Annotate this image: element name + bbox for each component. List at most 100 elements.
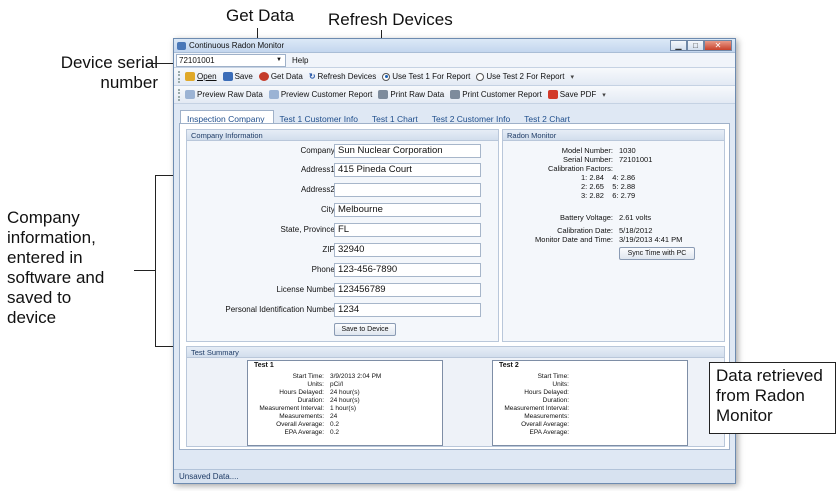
annotation-device-serial: Device serial number [37, 53, 158, 93]
pin-input[interactable]: 1234 [334, 303, 481, 317]
printer-icon [450, 90, 461, 99]
test1-row: Duration: 24 hour(s) [248, 397, 442, 405]
monitor-date-value: 3/19/2013 4:41 PM [619, 235, 683, 244]
test1-value: 24 [330, 413, 338, 420]
annotation-device-serial-line2: number [100, 73, 158, 92]
field-zip: ZIP: 32940 [187, 243, 507, 258]
annotation-data-retrieved-line: Data retrieved [716, 366, 823, 385]
save-pdf-button[interactable]: Save PDF [547, 90, 596, 99]
toolbar-overflow-icon[interactable]: ▾ [570, 73, 574, 81]
field-label: Address1: [300, 165, 337, 174]
test1-row: Measurement Interval: 1 hour(s) [248, 405, 442, 413]
test1-value: 24 hour(s) [330, 397, 360, 404]
test2-row: Hours Delayed: [493, 389, 687, 397]
open-label: Open [197, 72, 217, 81]
close-button[interactable]: ✕ [704, 40, 732, 51]
test1-label: Measurement Interval: [259, 405, 324, 412]
field-phone: Phone: 123-456-7890 [187, 263, 507, 278]
model-number-value: 1030 [619, 146, 636, 155]
address1-input[interactable]: 415 Pineda Court [334, 163, 481, 177]
calibration-date-value: 5/18/2012 [619, 226, 653, 235]
open-button[interactable]: Open [185, 72, 217, 81]
menu-help[interactable]: Help [292, 56, 308, 65]
chevron-down-icon: ▼ [276, 56, 282, 63]
test1-label: Duration: [297, 397, 324, 404]
save-label: Save [234, 72, 253, 81]
test2-label: Hours Delayed: [524, 389, 569, 396]
annotation-data-retrieved-line: from Radon [716, 386, 805, 405]
refresh-devices-button[interactable]: ↻ Refresh Devices [309, 72, 376, 81]
test2-row: Units: [493, 381, 687, 389]
get-data-icon [258, 72, 269, 81]
use-test2-radio[interactable]: Use Test 2 For Report [476, 72, 564, 81]
save-to-device-button[interactable]: Save to Device [334, 323, 396, 336]
annotation-line-serial [148, 63, 174, 64]
field-company: Company: Sun Nuclear Corporation [187, 144, 507, 159]
annotation-company-line: Company [7, 208, 80, 227]
calibration-factors-label: Calibration Factors: [547, 164, 613, 173]
preview-icon [268, 90, 279, 99]
field-license: License Number: 123456789 [187, 283, 507, 298]
annotation-line-company-h [134, 270, 156, 271]
zip-input[interactable]: 32940 [334, 243, 481, 257]
test1-row: Measurements: 24 [248, 413, 442, 421]
title-bar: Continuous Radon Monitor ▁ □ ✕ [174, 39, 735, 53]
field-pin: Personal Identification Number: 1234 [187, 303, 507, 318]
toolbar-main: Open Save Get Data ↻ Refresh Devices Use … [174, 68, 735, 86]
refresh-label: Refresh Devices [317, 72, 377, 81]
test1-label: Units: [307, 381, 324, 388]
license-input[interactable]: 123456789 [334, 283, 481, 297]
serial-number-label: Serial Number: [562, 155, 613, 164]
toolbar-grip [178, 70, 181, 83]
model-number-label: Model Number: [561, 146, 613, 155]
annotation-refresh-devices: Refresh Devices [328, 10, 453, 29]
phone-input[interactable]: 123-456-7890 [334, 263, 481, 277]
radio-selected-icon [382, 72, 391, 81]
preview-customer-label: Preview Customer Report [280, 90, 373, 99]
field-state: State, Province: FL [187, 223, 507, 238]
test2-row: Measurement Interval: [493, 405, 687, 413]
preview-customer-button[interactable]: Preview Customer Report [268, 90, 373, 99]
toolbar-reports: Preview Raw Data Preview Customer Report… [174, 86, 735, 104]
refresh-icon: ↻ [308, 72, 316, 81]
field-address1: Address1: 415 Pineda Court [187, 163, 507, 178]
preview-icon [185, 90, 195, 99]
preview-raw-button[interactable]: Preview Raw Data [185, 90, 263, 99]
annotation-company-line: software and [7, 268, 105, 287]
address2-input[interactable] [334, 183, 481, 197]
test1-row: Units: pCi/l [248, 381, 442, 389]
test2-row: Start Time: [493, 373, 687, 381]
preview-raw-label: Preview Raw Data [197, 90, 263, 99]
test1-label: EPA Average: [284, 429, 324, 436]
get-data-button[interactable]: Get Data [258, 72, 303, 81]
test2-row: Overall Average: [493, 421, 687, 429]
calibration-factors-row1: 1: 2.84 4: 2.86 [581, 173, 636, 182]
window-title: Continuous Radon Monitor [189, 41, 285, 50]
use-test1-label: Use Test 1 For Report [392, 72, 471, 81]
app-icon [177, 42, 186, 50]
use-test2-label: Use Test 2 For Report [486, 72, 565, 81]
maximize-button[interactable]: □ [687, 40, 704, 51]
test1-value: 1 hour(s) [330, 405, 357, 412]
test2-label: Units: [552, 381, 569, 388]
save-button[interactable]: Save [222, 72, 253, 81]
test2-label: Measurement Interval: [504, 405, 569, 412]
field-city: City: Melbourne [187, 203, 507, 218]
state-input[interactable]: FL [334, 223, 481, 237]
print-customer-button[interactable]: Print Customer Report [450, 90, 542, 99]
minimize-button[interactable]: ▁ [670, 40, 687, 51]
test2-label: Measurements: [524, 413, 569, 420]
device-serial-select[interactable]: 72101001 ▼ [176, 53, 286, 67]
status-bar: Unsaved Data.... [174, 469, 735, 483]
calibration-factors-row3: 3: 2.82 6: 2.79 [581, 191, 636, 200]
toolbar-overflow-icon[interactable]: ▾ [602, 91, 606, 99]
city-input[interactable]: Melbourne [334, 203, 481, 217]
print-raw-button[interactable]: Print Raw Data [378, 90, 444, 99]
company-input[interactable]: Sun Nuclear Corporation [334, 144, 481, 158]
use-test1-radio[interactable]: Use Test 1 For Report [382, 72, 470, 81]
test-summary-panel: Test Summary Test 1 Start Time: 3/9/2013 … [186, 346, 725, 447]
test1-value: pCi/l [330, 381, 344, 388]
status-text: Unsaved Data.... [179, 472, 239, 481]
sync-time-button[interactable]: Sync Time with PC [619, 247, 695, 260]
test1-title: Test 1 [254, 362, 274, 369]
